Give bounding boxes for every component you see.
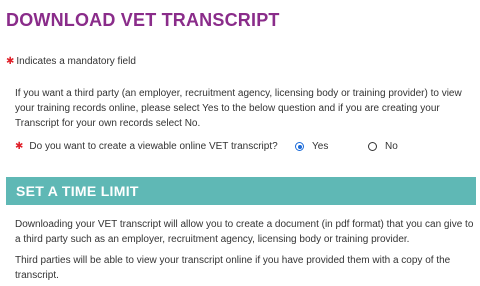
radio-option-yes[interactable]: Yes <box>295 141 328 152</box>
section-title: SET A TIME LIMIT <box>16 183 139 199</box>
section-paragraph: Third parties will be able to view your … <box>15 255 451 281</box>
radio-no-button[interactable] <box>368 142 377 151</box>
mandatory-field-note-text: Indicates a mandatory field <box>16 56 136 67</box>
viewable-transcript-question: ✱ Do you want to create a viewable online… <box>15 141 278 152</box>
page-title: DOWNLOAD VET TRANSCRIPT <box>6 10 280 30</box>
maple-leaf-icon: ✱ <box>15 141 24 152</box>
section-paragraph: Downloading your VET transcript will all… <box>15 219 474 245</box>
radio-option-no[interactable]: No <box>368 141 398 152</box>
question-label: Do you want to create a viewable online … <box>29 141 278 152</box>
radio-yes-label[interactable]: Yes <box>312 141 328 152</box>
radio-no-label[interactable]: No <box>385 141 398 152</box>
radio-yes-button[interactable] <box>295 142 304 151</box>
section-header-time-limit: SET A TIME LIMIT <box>6 177 476 205</box>
mandatory-field-note: ✱ Indicates a mandatory field <box>6 56 136 67</box>
intro-text: If you want a third party (an employer, … <box>15 88 462 129</box>
maple-leaf-icon: ✱ <box>6 56 15 67</box>
